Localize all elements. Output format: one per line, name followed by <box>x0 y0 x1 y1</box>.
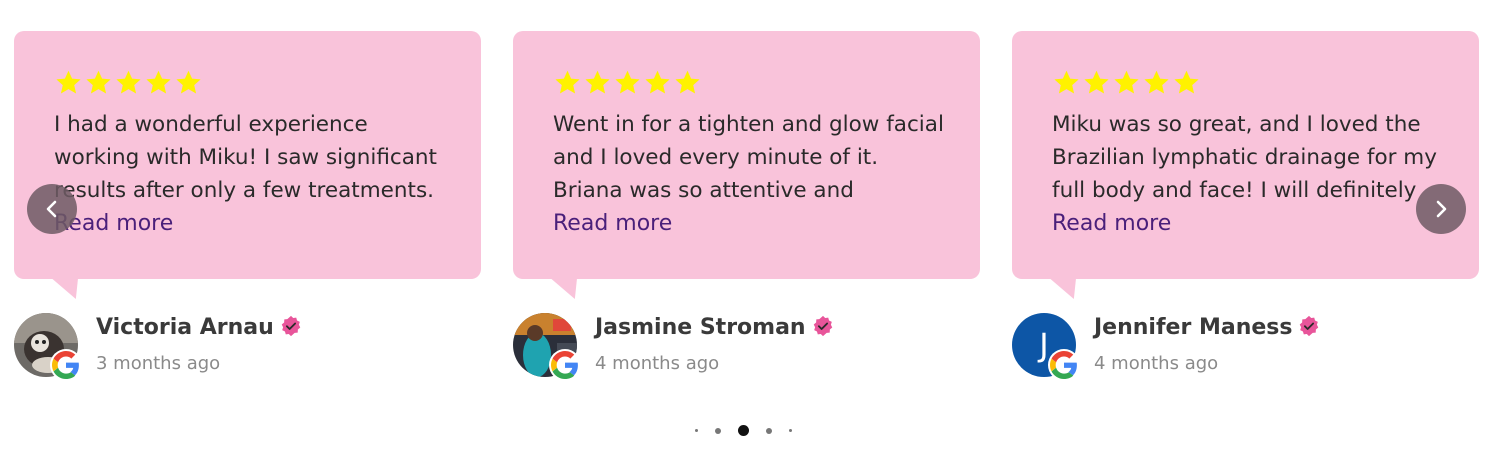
speech-bubble-tail <box>50 277 90 299</box>
chevron-left-icon <box>46 200 57 218</box>
star-icon <box>1054 70 1079 94</box>
verified-badge-icon <box>1298 315 1320 337</box>
read-more-link[interactable]: Read more <box>1052 207 1171 240</box>
chevron-right-icon <box>1436 200 1447 218</box>
review-card: Went in for a tighten and glow facial an… <box>513 31 980 299</box>
reviewer-name: Jennifer Maness <box>1094 315 1320 340</box>
speech-bubble-tail <box>1048 277 1088 299</box>
star-rating <box>54 69 203 99</box>
carousel-pagination <box>695 425 792 436</box>
pagination-dot[interactable] <box>695 429 698 432</box>
star-rating <box>553 69 702 99</box>
review-card: I had a wonderful experience working wit… <box>14 31 481 299</box>
star-icon <box>675 70 700 94</box>
pagination-dot[interactable] <box>715 427 721 434</box>
verified-badge-icon <box>812 315 834 337</box>
star-icon <box>645 70 670 94</box>
star-icon <box>176 70 201 94</box>
star-icon <box>1114 70 1139 94</box>
review-text: Miku was so great, and I loved the Brazi… <box>1052 112 1437 203</box>
google-icon <box>549 349 581 381</box>
star-icon <box>555 70 580 94</box>
review-text: I had a wonderful experience working wit… <box>54 112 437 203</box>
star-icon <box>86 70 111 94</box>
reviewer-name: Victoria Arnau <box>96 315 302 340</box>
star-rating <box>1052 69 1201 99</box>
star-icon <box>615 70 640 94</box>
star-icon <box>1144 70 1169 94</box>
star-icon <box>1174 70 1199 94</box>
pagination-dot[interactable] <box>766 427 772 434</box>
reviewer-name: Jasmine Stroman <box>595 315 834 340</box>
review-text: Went in for a tighten and glow facial an… <box>553 112 944 203</box>
star-icon <box>116 70 141 94</box>
previous-button[interactable] <box>27 184 77 234</box>
google-icon <box>1048 349 1080 381</box>
star-icon <box>585 70 610 94</box>
speech-bubble-tail <box>549 277 589 299</box>
review-time: 4 months ago <box>595 353 720 374</box>
review-time: 3 months ago <box>96 353 221 374</box>
review-card: Miku was so great, and I loved the Brazi… <box>1012 31 1479 299</box>
star-icon <box>1084 70 1109 94</box>
next-button[interactable] <box>1416 184 1466 234</box>
review-time: 4 months ago <box>1094 353 1219 374</box>
star-icon <box>56 70 81 94</box>
pagination-dot-active[interactable] <box>738 425 749 436</box>
read-more-link[interactable]: Read more <box>553 207 672 240</box>
google-icon <box>50 349 82 381</box>
pagination-dot[interactable] <box>789 429 792 432</box>
verified-badge-icon <box>280 315 302 337</box>
star-icon <box>146 70 171 94</box>
